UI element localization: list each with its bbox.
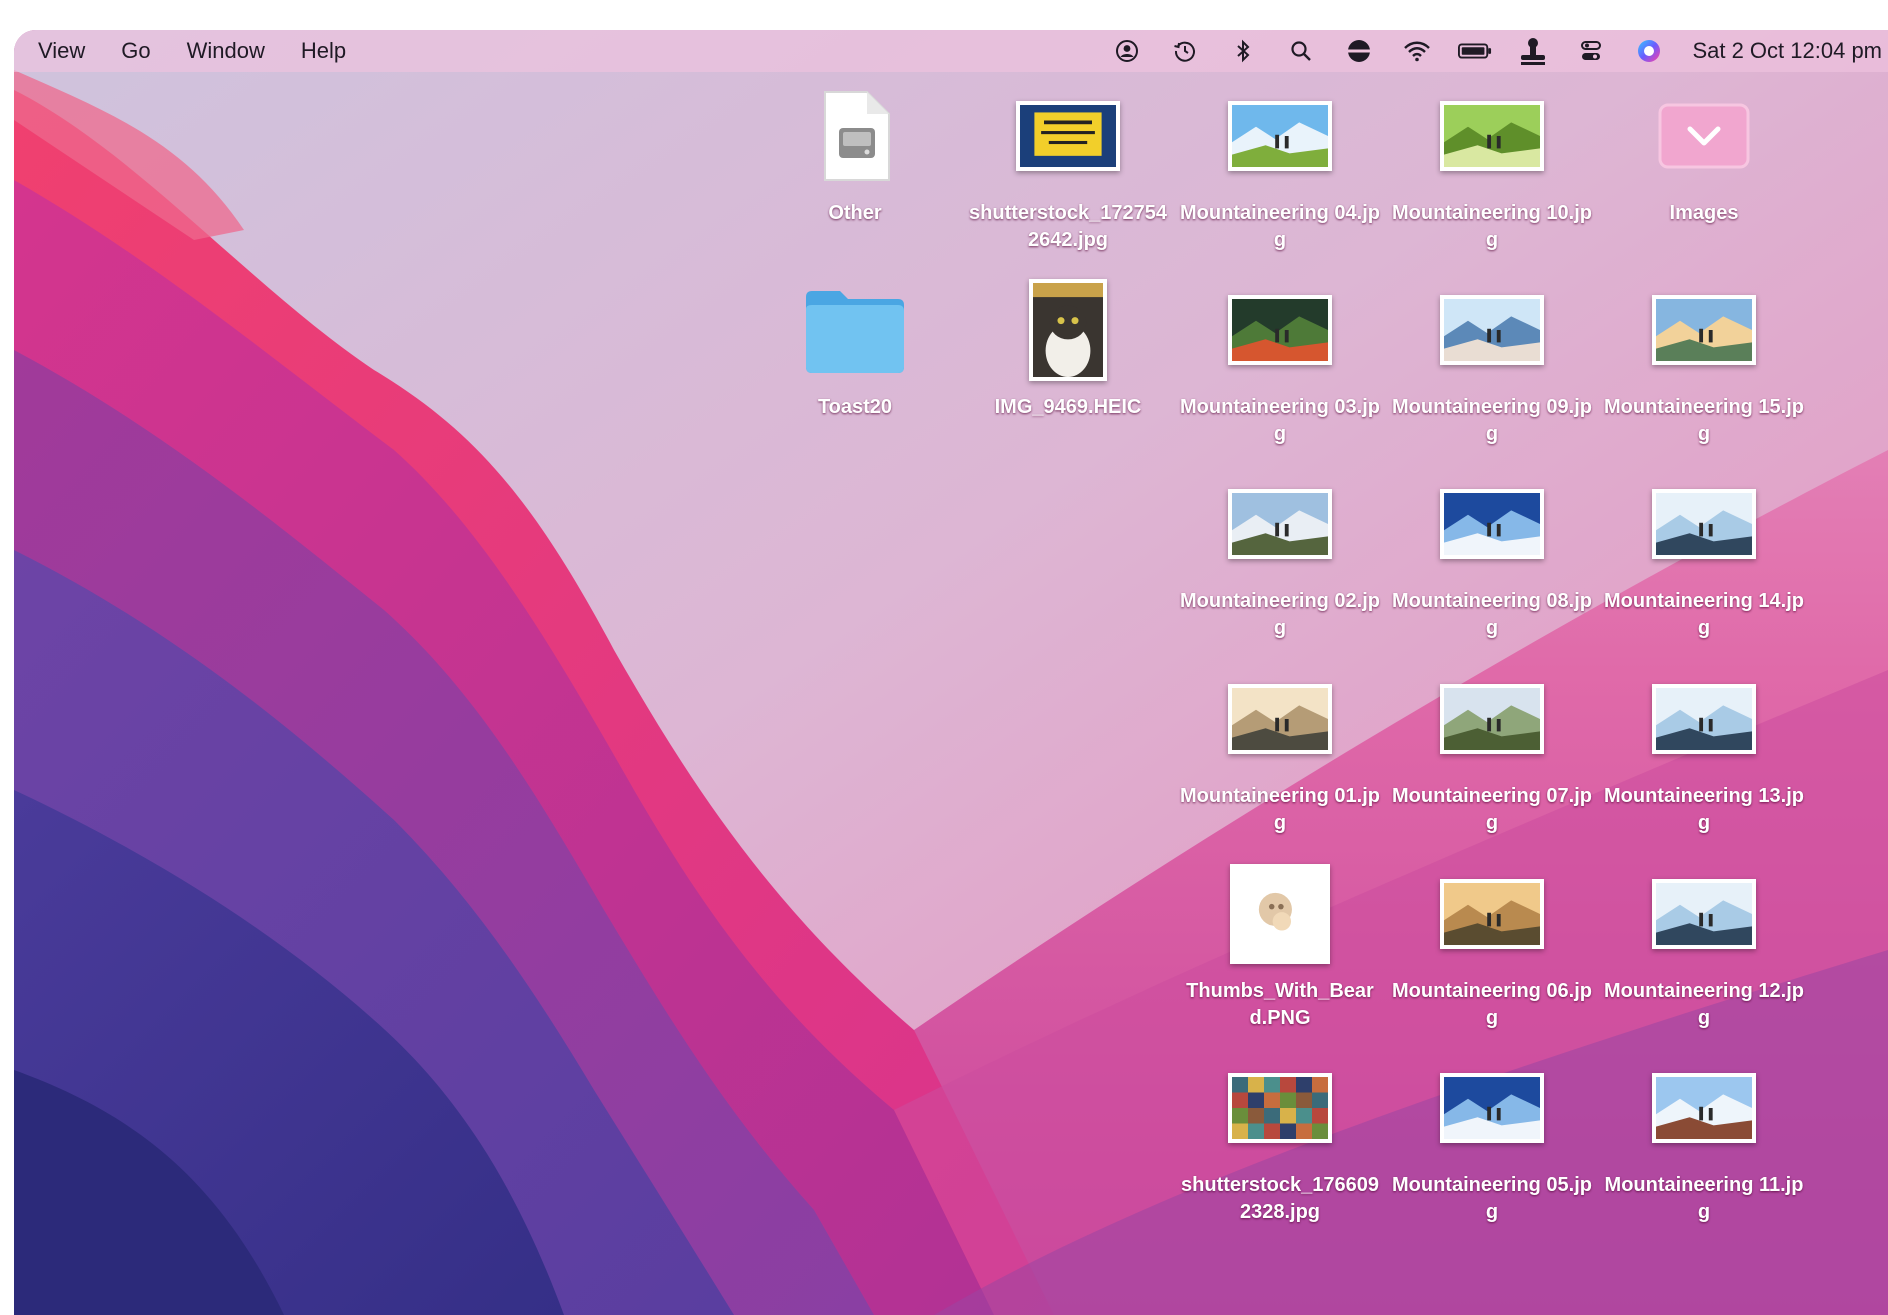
desktop-item-icon-area [1174, 663, 1386, 775]
desktop-item-icon-area [962, 274, 1174, 386]
desktop-item-shutterstock-1727542642-jpg[interactable]: shutterstock_1727542642.jpg [962, 80, 1174, 270]
desktop-item-label: Mountaineering 10.jpg [1391, 202, 1593, 251]
desktop-item-icon-area [1598, 274, 1810, 386]
desktop-item-icon-area [1386, 858, 1598, 970]
desktop-item-img-9469-heic[interactable]: IMG_9469.HEIC [962, 274, 1174, 464]
desktop-item-label: shutterstock_1727542642.jpg [969, 202, 1167, 251]
desktop-item-label: Mountaineering 09.jpg [1391, 396, 1593, 445]
desktop-item-icon-area [1598, 80, 1810, 192]
desktop-item-label: Mountaineering 05.jpg [1391, 1174, 1593, 1223]
desktop-item-mountaineering-01-jpg[interactable]: Mountaineering 01.jpg [1174, 663, 1386, 853]
desktop-item-mountaineering-08-jpg[interactable]: Mountaineering 08.jpg [1386, 468, 1598, 658]
desktop-item-icon-area [1386, 663, 1598, 775]
image-thumbnail-icon[interactable] [1228, 101, 1332, 171]
desktop-item-label: Images [1669, 202, 1739, 224]
desktop-item-label: Thumbs_With_Beard.PNG [1186, 980, 1374, 1029]
desktop-item-label: Mountaineering 06.jpg [1391, 980, 1593, 1029]
desktop-item-toast20[interactable]: Toast20 [749, 274, 961, 464]
image-thumbnail-icon[interactable] [1016, 101, 1120, 171]
desktop-item-icon-area [749, 80, 961, 192]
desktop-item-label: IMG_9469.HEIC [994, 396, 1142, 418]
desktop-item-mountaineering-12-jpg[interactable]: Mountaineering 12.jpg [1598, 858, 1810, 1048]
image-thumbnail-icon[interactable] [1440, 1073, 1544, 1143]
image-thumbnail-icon[interactable] [1652, 1073, 1756, 1143]
desktop-icon-grid: Other shutterstock_1727542642.jpg Mounta… [14, 30, 1888, 1315]
desktop-item-icon-area [1598, 468, 1810, 580]
image-thumbnail-icon[interactable] [1440, 879, 1544, 949]
desktop-item-mountaineering-05-jpg[interactable]: Mountaineering 05.jpg [1386, 1052, 1598, 1242]
desktop-item-label: shutterstock_1766092328.jpg [1181, 1174, 1379, 1223]
folder-icon[interactable] [802, 285, 908, 375]
image-thumbnail-icon[interactable] [1652, 489, 1756, 559]
desktop-item-icon-area [1598, 1052, 1810, 1164]
image-thumbnail-icon[interactable] [1440, 101, 1544, 171]
image-thumbnail-icon[interactable] [1652, 879, 1756, 949]
desktop-item-icon-area [1174, 468, 1386, 580]
desktop-item-icon-area [1174, 274, 1386, 386]
desktop-item-label: Mountaineering 01.jpg [1179, 785, 1381, 834]
image-thumbnail-icon[interactable] [1029, 279, 1107, 381]
desktop-item-label: Mountaineering 12.jpg [1603, 980, 1805, 1029]
desktop-item-label: Mountaineering 14.jpg [1603, 590, 1805, 639]
desktop-item-images[interactable]: Images [1598, 80, 1810, 270]
desktop-item-label: Mountaineering 07.jpg [1391, 785, 1593, 834]
desktop-screen: View Go Window Help Sat 2 Oct 12:04 pm O… [14, 30, 1888, 1315]
desktop-item-icon-area [1386, 1052, 1598, 1164]
image-thumbnail-icon[interactable] [1440, 684, 1544, 754]
image-thumbnail-icon[interactable] [1228, 489, 1332, 559]
image-thumbnail-icon[interactable] [1228, 1073, 1332, 1143]
desktop-item-icon-area [1598, 858, 1810, 970]
image-thumbnail-icon[interactable] [1652, 295, 1756, 365]
desktop-item-icon-area [1174, 80, 1386, 192]
image-thumbnail-icon[interactable] [1230, 864, 1330, 964]
desktop-item-label: Mountaineering 03.jpg [1179, 396, 1381, 445]
desktop-item-icon-area [1174, 858, 1386, 970]
desktop-item-mountaineering-03-jpg[interactable]: Mountaineering 03.jpg [1174, 274, 1386, 464]
desktop-item-label: Other [828, 202, 882, 224]
desktop-item-mountaineering-06-jpg[interactable]: Mountaineering 06.jpg [1386, 858, 1598, 1048]
image-thumbnail-icon[interactable] [1440, 295, 1544, 365]
desktop-item-icon-area [1386, 274, 1598, 386]
desktop-item-mountaineering-14-jpg[interactable]: Mountaineering 14.jpg [1598, 468, 1810, 658]
desktop-item-thumbs-with-beard-png[interactable]: Thumbs_With_Beard.PNG [1174, 858, 1386, 1048]
desktop-item-mountaineering-15-jpg[interactable]: Mountaineering 15.jpg [1598, 274, 1810, 464]
desktop-item-icon-area [1386, 468, 1598, 580]
desktop-item-mountaineering-04-jpg[interactable]: Mountaineering 04.jpg [1174, 80, 1386, 270]
desktop-item-label: Toast20 [817, 396, 893, 418]
image-thumbnail-icon[interactable] [1228, 295, 1332, 365]
desktop-item-icon-area [1174, 1052, 1386, 1164]
desktop-item-label: Mountaineering 08.jpg [1391, 590, 1593, 639]
desktop-item-other[interactable]: Other [749, 80, 961, 270]
desktop-item-mountaineering-10-jpg[interactable]: Mountaineering 10.jpg [1386, 80, 1598, 270]
desktop-item-icon-area [1598, 663, 1810, 775]
external-drive-icon[interactable] [815, 88, 895, 184]
desktop-item-label: Mountaineering 02.jpg [1179, 590, 1381, 639]
desktop-item-mountaineering-11-jpg[interactable]: Mountaineering 11.jpg [1598, 1052, 1810, 1242]
stack-collapse-icon[interactable] [1658, 103, 1750, 169]
image-thumbnail-icon[interactable] [1228, 684, 1332, 754]
image-thumbnail-icon[interactable] [1440, 489, 1544, 559]
image-thumbnail-icon[interactable] [1652, 684, 1756, 754]
desktop-item-icon-area [749, 274, 961, 386]
desktop-item-mountaineering-02-jpg[interactable]: Mountaineering 02.jpg [1174, 468, 1386, 658]
desktop-item-mountaineering-07-jpg[interactable]: Mountaineering 07.jpg [1386, 663, 1598, 853]
desktop-item-shutterstock-1766092328-jpg[interactable]: shutterstock_1766092328.jpg [1174, 1052, 1386, 1242]
desktop-item-icon-area [1386, 80, 1598, 192]
desktop-item-icon-area [962, 80, 1174, 192]
desktop-item-mountaineering-13-jpg[interactable]: Mountaineering 13.jpg [1598, 663, 1810, 853]
desktop-item-label: Mountaineering 11.jpg [1604, 1174, 1804, 1223]
desktop-item-label: Mountaineering 15.jpg [1603, 396, 1805, 445]
desktop-item-mountaineering-09-jpg[interactable]: Mountaineering 09.jpg [1386, 274, 1598, 464]
desktop-item-label: Mountaineering 13.jpg [1603, 785, 1805, 834]
desktop-item-label: Mountaineering 04.jpg [1179, 202, 1381, 251]
